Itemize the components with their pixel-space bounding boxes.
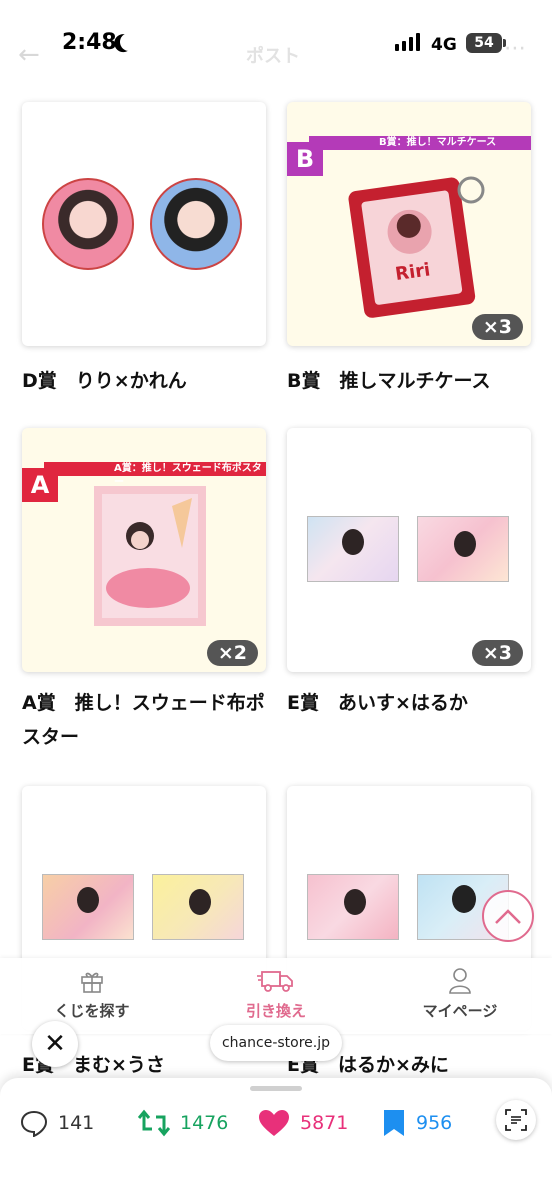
person-icon: [449, 968, 471, 994]
product-title[interactable]: A賞 推し！スウェード布ポスター: [22, 686, 272, 754]
reply-icon: [20, 1110, 48, 1137]
status-time: 2:48: [62, 30, 117, 55]
photo-right: [152, 874, 244, 940]
nav-label: くじを探す: [54, 1002, 130, 1020]
scroll-to-top-button[interactable]: [482, 890, 534, 942]
status-bar: ← 2:48 ポスト 4G 54 ⋯: [0, 0, 552, 92]
repost-button[interactable]: 1476: [138, 1108, 228, 1138]
truck-icon: [257, 971, 293, 992]
nav-item-my-page[interactable]: マイページ: [390, 966, 530, 1021]
more-icon[interactable]: ⋯: [504, 36, 528, 61]
product-title[interactable]: D賞 りり×かれん: [22, 364, 272, 398]
drag-handle[interactable]: [250, 1086, 302, 1091]
product-image[interactable]: B賞：推し！マルチケース B Riri ×3: [287, 102, 531, 346]
repost-count: 1476: [180, 1112, 229, 1134]
reply-button[interactable]: 141: [20, 1108, 94, 1138]
like-count: 5871: [300, 1112, 349, 1134]
heart-icon: [259, 1110, 289, 1136]
scan-icon: [505, 1109, 527, 1131]
network-type: 4G: [431, 35, 457, 55]
reply-count: 141: [58, 1112, 95, 1134]
product-image[interactable]: [22, 102, 266, 346]
badge-photo-left: [42, 178, 134, 270]
product-title[interactable]: B賞 推しマルチケース: [287, 364, 537, 398]
header-title: ポスト: [246, 46, 300, 67]
quantity-badge: ×2: [206, 640, 258, 666]
scan-text-button[interactable]: [496, 1100, 536, 1140]
badge-photo-right: [150, 178, 242, 270]
nav-label: マイページ: [422, 1002, 498, 1020]
bookmark-count: 956: [416, 1112, 453, 1134]
product-title[interactable]: E賞 あいす×はるか: [287, 686, 537, 720]
bookmark-button[interactable]: 956: [382, 1108, 452, 1138]
battery-icon: 54: [466, 33, 502, 53]
product-image[interactable]: ×3: [287, 428, 531, 672]
close-icon: ✕: [44, 1029, 66, 1059]
photo-left: [307, 874, 399, 940]
photo-left: [42, 874, 134, 940]
url-pill[interactable]: chance-store.jp: [210, 1025, 342, 1061]
repost-icon: [138, 1109, 170, 1137]
nav-item-search-lottery[interactable]: くじを探す: [22, 966, 162, 1021]
photo-left: [307, 516, 399, 582]
quantity-badge: ×3: [471, 640, 523, 666]
poster-illustration: [94, 486, 206, 626]
product-image[interactable]: A賞：推し！スウェード布ポスター A ×2: [22, 428, 266, 672]
chevron-up-icon: [495, 909, 521, 924]
gift-icon: [81, 972, 103, 993]
engagement-sheet: 141 1476 5871 956: [0, 1078, 552, 1200]
photo-right: [417, 516, 509, 582]
back-arrow-icon[interactable]: ←: [18, 40, 40, 70]
bookmark-icon: [384, 1110, 404, 1136]
like-button[interactable]: 5871: [258, 1108, 348, 1138]
moon-icon: [117, 30, 140, 53]
multi-case-illustration: Riri: [348, 176, 485, 318]
close-button[interactable]: ✕: [32, 1021, 78, 1067]
app-bottom-nav: くじを探す 引き換え マイページ: [0, 958, 552, 1034]
signal-icon: [395, 33, 420, 51]
quantity-badge: ×3: [471, 314, 523, 340]
nav-label: 引き換え: [245, 1002, 306, 1020]
nav-item-exchange[interactable]: 引き換え: [206, 966, 346, 1021]
